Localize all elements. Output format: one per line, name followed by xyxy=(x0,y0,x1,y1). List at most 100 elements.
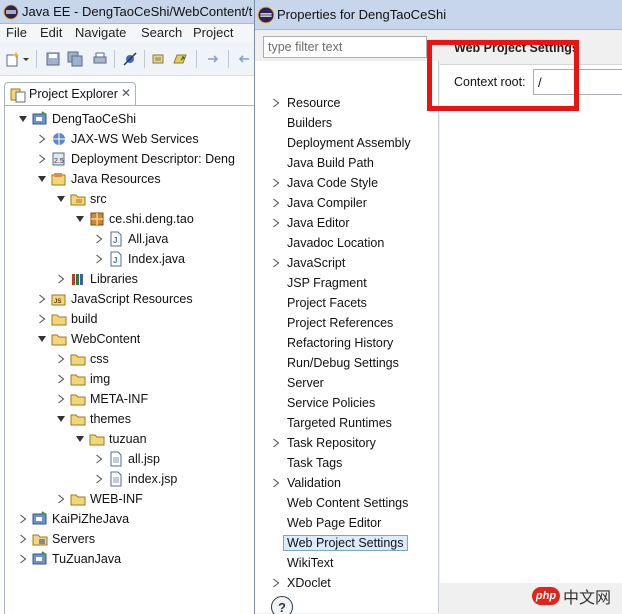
filter-input[interactable] xyxy=(263,36,427,58)
forward-icon[interactable] xyxy=(205,51,221,67)
tree-item[interactable]: tuzuan xyxy=(74,429,147,449)
menu-navigate[interactable]: Navigate xyxy=(75,25,126,40)
debug-icon[interactable] xyxy=(150,51,166,67)
tree-item[interactable]: themes xyxy=(55,409,131,429)
back-icon[interactable] xyxy=(236,51,252,67)
collapse-icon[interactable] xyxy=(55,413,67,425)
nav-item[interactable]: Web Content Settings xyxy=(269,493,408,513)
expand-icon[interactable] xyxy=(36,133,48,145)
collapse-icon[interactable] xyxy=(36,333,48,345)
expand-icon[interactable] xyxy=(55,373,67,385)
tree-item[interactable]: JAX-WS Web Services xyxy=(36,129,199,149)
nav-item[interactable]: WikiText xyxy=(269,553,334,573)
collapse-icon[interactable] xyxy=(74,433,86,445)
expand-icon[interactable] xyxy=(55,393,67,405)
nav-item[interactable]: Java Editor xyxy=(269,213,350,233)
expand-icon[interactable] xyxy=(36,293,48,305)
nav-item[interactable]: JSP Fragment xyxy=(269,273,367,293)
expand-icon[interactable] xyxy=(36,313,48,325)
expand-icon[interactable] xyxy=(55,353,67,365)
nav-item[interactable]: Validation xyxy=(269,473,341,493)
tree-item[interactable]: TuZuanJava xyxy=(17,549,121,569)
save-icon[interactable] xyxy=(45,51,61,67)
nav-item[interactable]: JavaScript xyxy=(269,253,345,273)
expand-icon[interactable] xyxy=(269,477,283,489)
expand-icon[interactable] xyxy=(269,97,283,109)
save-all-icon[interactable] xyxy=(67,51,83,67)
nav-item[interactable]: Project Facets xyxy=(269,293,367,313)
expand-icon[interactable] xyxy=(93,233,105,245)
expand-icon[interactable] xyxy=(55,493,67,505)
tree-item[interactable]: Java Resources xyxy=(36,169,161,189)
tree-item[interactable]: META-INF xyxy=(55,389,148,409)
nav-item[interactable]: Java Code Style xyxy=(269,173,378,193)
close-icon[interactable]: ✕ xyxy=(121,86,131,100)
expand-icon[interactable] xyxy=(17,533,29,545)
nav-item-label: Task Repository xyxy=(287,436,376,450)
expand-icon[interactable] xyxy=(269,217,283,229)
expand-icon[interactable] xyxy=(93,473,105,485)
skip-breakpoints-icon[interactable] xyxy=(122,51,138,67)
tree-item[interactable]: css xyxy=(55,349,109,369)
nav-item[interactable]: XDoclet xyxy=(269,573,331,593)
expand-icon[interactable] xyxy=(269,257,283,269)
menu-project[interactable]: Project xyxy=(193,25,233,40)
expand-icon[interactable] xyxy=(17,513,29,525)
nav-item[interactable]: Javadoc Location xyxy=(269,233,384,253)
expand-icon[interactable] xyxy=(36,153,48,165)
help-button[interactable]: ? xyxy=(271,596,293,614)
nav-item[interactable]: Resource xyxy=(269,93,341,113)
nav-item[interactable]: Project References xyxy=(269,313,393,333)
tree-item[interactable]: all.jsp xyxy=(93,449,160,469)
nav-item[interactable]: Service Policies xyxy=(269,393,375,413)
nav-item[interactable]: Java Build Path xyxy=(269,153,374,173)
tree-item[interactable]: J All.java xyxy=(93,229,168,249)
new-icon[interactable] xyxy=(5,51,21,67)
collapse-icon[interactable] xyxy=(74,213,86,225)
tree-item[interactable]: index.jsp xyxy=(93,469,177,489)
nav-item[interactable]: Builders xyxy=(269,113,332,133)
collapse-icon[interactable] xyxy=(36,173,48,185)
nav-item[interactable]: Web Page Editor xyxy=(269,513,381,533)
tree-item[interactable]: Libraries xyxy=(55,269,138,289)
tree-item[interactable]: JS JavaScript Resources xyxy=(36,289,193,309)
menu-file[interactable]: File xyxy=(6,25,27,40)
tree-item[interactable]: J Index.java xyxy=(93,249,185,269)
tree-item[interactable]: KaiPiZheJava xyxy=(17,509,129,529)
expand-icon[interactable] xyxy=(55,273,67,285)
nav-item[interactable]: Task Repository xyxy=(269,433,376,453)
tree-item[interactable]: WEB-INF xyxy=(55,489,143,509)
expand-icon[interactable] xyxy=(269,177,283,189)
tree-item[interactable]: DengTaoCeShi xyxy=(17,109,136,129)
print-icon[interactable] xyxy=(92,51,108,67)
tree-item[interactable]: ce.shi.deng.tao xyxy=(74,209,194,229)
nav-item[interactable]: Targeted Runtimes xyxy=(269,413,392,433)
tree-item[interactable]: WebContent xyxy=(36,329,140,349)
nav-item[interactable]: Server xyxy=(269,373,324,393)
expand-icon[interactable] xyxy=(17,553,29,565)
nav-item[interactable]: Deployment Assembly xyxy=(269,133,411,153)
nav-item[interactable]: Refactoring History xyxy=(269,333,393,353)
collapse-icon[interactable] xyxy=(17,113,29,125)
nav-item[interactable]: Run/Debug Settings xyxy=(269,353,399,373)
tree-item[interactable]: img xyxy=(55,369,110,389)
menu-edit[interactable]: Edit xyxy=(40,25,62,40)
nav-item[interactable]: Web Project Settings xyxy=(269,533,408,553)
nav-item[interactable]: Java Compiler xyxy=(269,193,367,213)
expand-icon[interactable] xyxy=(93,253,105,265)
tree-item[interactable]: Servers xyxy=(17,529,95,549)
expand-icon[interactable] xyxy=(269,437,283,449)
collapse-icon[interactable] xyxy=(55,193,67,205)
tree-item[interactable]: src xyxy=(55,189,107,209)
run-icon[interactable] xyxy=(172,51,188,67)
new-dropdown-icon[interactable] xyxy=(22,51,30,67)
expand-icon[interactable] xyxy=(269,197,283,209)
expand-icon[interactable] xyxy=(269,577,283,589)
tree-item[interactable]: 2.5 Deployment Descriptor: Deng xyxy=(36,149,235,169)
nav-item[interactable]: Task Tags xyxy=(269,453,342,473)
project-explorer-tab[interactable]: Project Explorer ✕ xyxy=(4,82,136,106)
tree-item[interactable]: build xyxy=(36,309,97,329)
menu-search[interactable]: Search xyxy=(141,25,182,40)
nav-item-label: Deployment Assembly xyxy=(287,136,411,150)
expand-icon[interactable] xyxy=(93,453,105,465)
